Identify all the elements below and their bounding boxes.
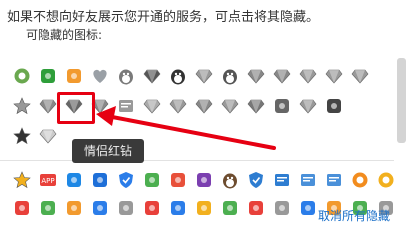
- book-icon[interactable]: [116, 96, 136, 116]
- star-icon[interactable]: [12, 96, 32, 116]
- heart-icon[interactable]: [90, 66, 110, 86]
- letter-l-icon[interactable]: [272, 170, 292, 190]
- partial-icon-2[interactable]: [38, 198, 58, 218]
- crown-diamond-icon[interactable]: [246, 66, 266, 86]
- hideable-icons-label: 可隐藏的图标:: [26, 28, 103, 42]
- pet-icon[interactable]: [64, 66, 84, 86]
- mail-icon[interactable]: [324, 170, 344, 190]
- gem-diamond-icon[interactable]: [194, 96, 214, 116]
- partial-icon-1[interactable]: [12, 198, 32, 218]
- game-icon[interactable]: [38, 66, 58, 86]
- partial-icon-7[interactable]: [168, 198, 188, 218]
- partial-icon-9[interactable]: [220, 198, 240, 218]
- kite-icon[interactable]: [90, 170, 110, 190]
- qq-penguin-dark-icon[interactable]: [168, 66, 188, 86]
- app-icon[interactable]: APP: [38, 170, 58, 190]
- pet-orange-icon[interactable]: [168, 170, 188, 190]
- sword-icon[interactable]: [272, 96, 292, 116]
- robot-icon[interactable]: [220, 66, 240, 86]
- dark-diamond-icon[interactable]: [142, 66, 162, 86]
- svg-text:APP: APP: [41, 177, 54, 185]
- star-badge-icon[interactable]: [12, 170, 32, 190]
- flower-badge-icon[interactable]: [376, 170, 396, 190]
- hide-services-notice: 如果不想向好友展示您开通的服务，可点击将其隐藏。: [7, 10, 320, 25]
- partial-icon-8[interactable]: [194, 198, 214, 218]
- camera-icon[interactable]: [64, 170, 84, 190]
- super-diamond-icon[interactable]: [38, 96, 58, 116]
- pink-diamond-icon[interactable]: [168, 96, 188, 116]
- lightning-diamond-icon[interactable]: [272, 66, 292, 86]
- vip-diamond-icon[interactable]: [324, 66, 344, 86]
- partial-icon-5[interactable]: [116, 198, 136, 218]
- partial-icon-12[interactable]: [298, 198, 318, 218]
- unhide-all-link[interactable]: 取消所有隐藏: [318, 207, 390, 224]
- dark-star-icon[interactable]: [12, 126, 32, 146]
- pale-diamond-icon[interactable]: [38, 126, 58, 146]
- cow-icon[interactable]: [220, 170, 240, 190]
- partial-icon-4[interactable]: [90, 198, 110, 218]
- flower-diamond-icon[interactable]: [246, 96, 266, 116]
- shield-blue-icon[interactable]: [246, 170, 266, 190]
- service-icon-settings-panel: 如果不想向好友展示您开通的服务，可点击将其隐藏。 可隐藏的图标: APP 情侣红…: [0, 0, 410, 246]
- highlight-box: [57, 92, 95, 124]
- partial-icon-6[interactable]: [142, 198, 162, 218]
- cloud-diamond-icon[interactable]: [298, 96, 318, 116]
- speed-diamond-icon[interactable]: [194, 66, 214, 86]
- section-divider: [0, 160, 394, 161]
- tetris-icon[interactable]: [194, 170, 214, 190]
- partial-icon-11[interactable]: [272, 198, 292, 218]
- orange-ring-icon[interactable]: [350, 170, 370, 190]
- note-icon[interactable]: [298, 170, 318, 190]
- scrollbar[interactable]: [395, 40, 408, 200]
- dragon-icon[interactable]: [324, 96, 344, 116]
- tooltip-couple-red-diamond: 情侣红钻: [72, 139, 144, 163]
- music-diamond-icon[interactable]: [350, 66, 370, 86]
- scrollbar-thumb[interactable]: [397, 58, 406, 143]
- light-diamond-icon[interactable]: [142, 96, 162, 116]
- yellow-diamond-icon[interactable]: [220, 96, 240, 116]
- level-diamond-icon[interactable]: [298, 66, 318, 86]
- partial-icon-10[interactable]: [246, 198, 266, 218]
- shield-icon[interactable]: [116, 170, 136, 190]
- partial-icon-3[interactable]: [64, 198, 84, 218]
- badge-ball-icon[interactable]: [12, 66, 32, 86]
- qq-penguin-icon[interactable]: [116, 66, 136, 86]
- plant-icon[interactable]: [142, 170, 162, 190]
